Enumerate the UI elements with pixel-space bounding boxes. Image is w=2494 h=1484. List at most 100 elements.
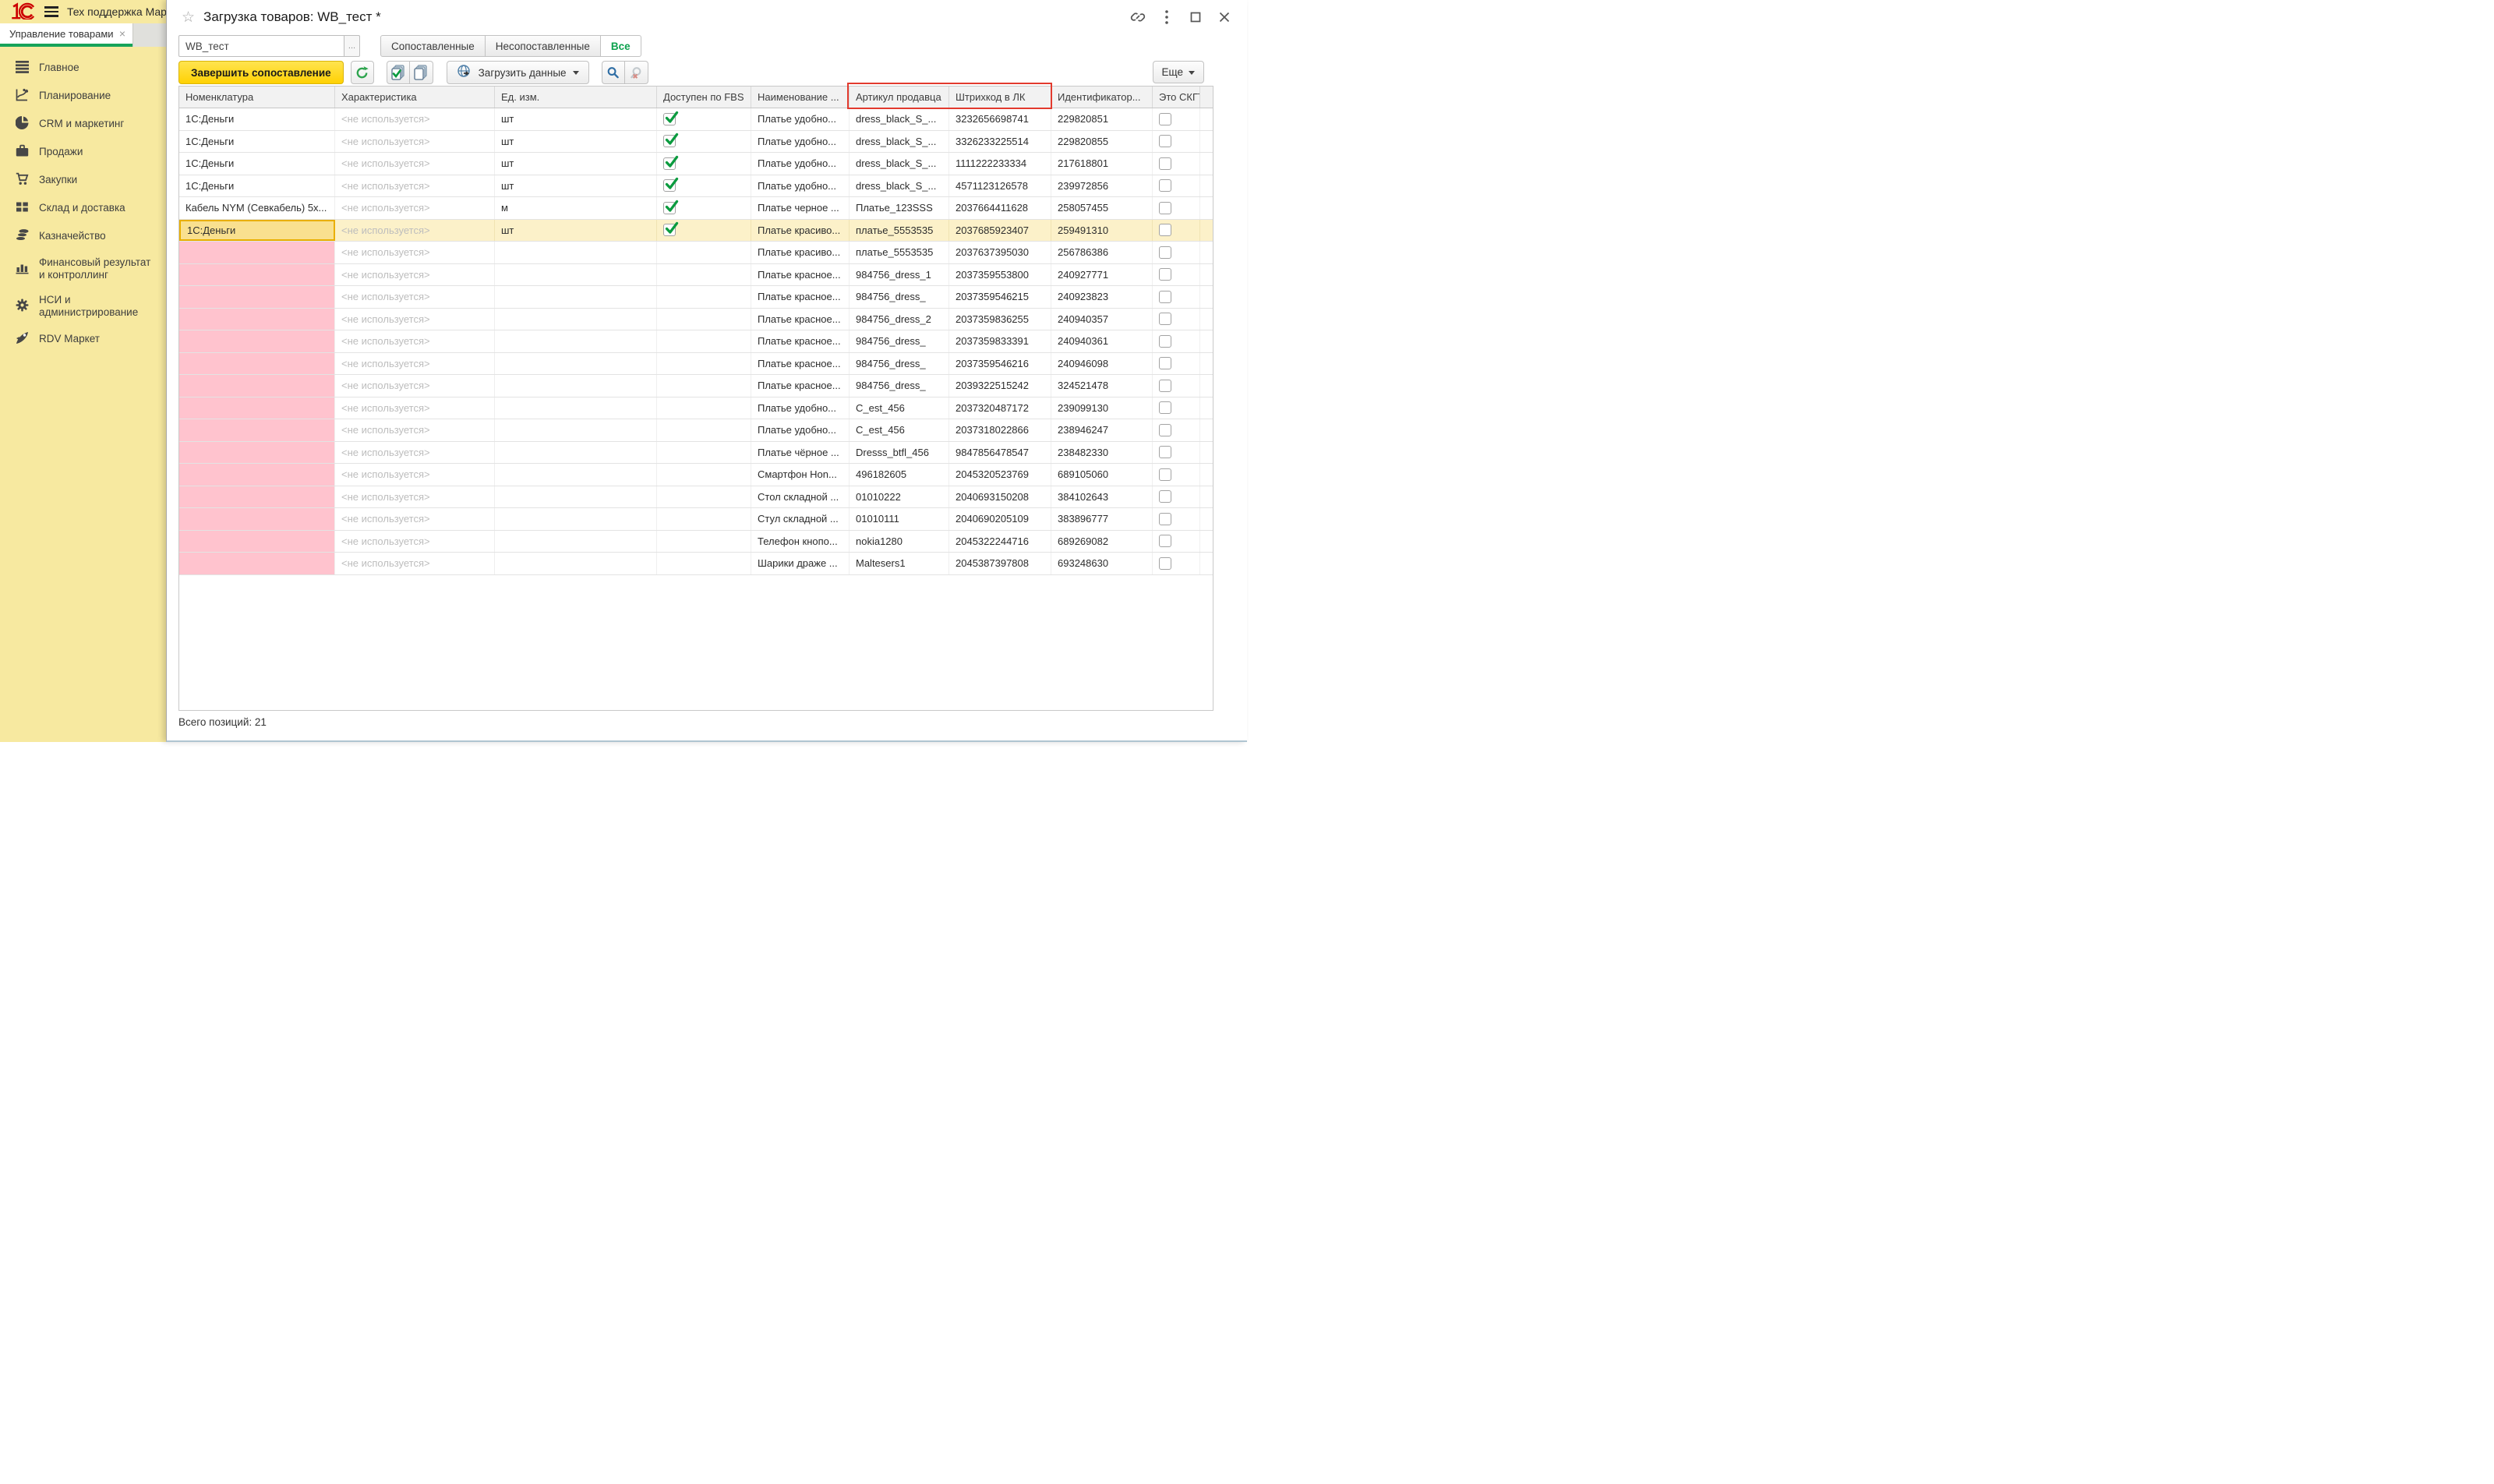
cell-barcode[interactable]: 9847856478547 xyxy=(949,442,1051,464)
cell-unit[interactable] xyxy=(495,242,657,263)
sidebar-item-1[interactable]: Главное xyxy=(0,54,166,82)
cell-char[interactable]: <не используется> xyxy=(335,419,495,441)
cell-char[interactable]: <не используется> xyxy=(335,330,495,352)
table-row[interactable]: <не используется>Платье удобно...C_est_4… xyxy=(179,419,1213,442)
skgt-checkbox[interactable] xyxy=(1159,135,1171,147)
cell-barcode[interactable]: 2037359553800 xyxy=(949,264,1051,286)
cell-nom[interactable] xyxy=(179,264,335,286)
cell-skgt[interactable] xyxy=(1153,197,1200,219)
table-row[interactable]: 1С:Деньги<не используется>штПлатье удобн… xyxy=(179,131,1213,154)
finish-matching-button[interactable]: Завершить сопоставление xyxy=(178,61,344,84)
cell-barcode[interactable]: 3232656698741 xyxy=(949,108,1051,130)
close-icon[interactable] xyxy=(1216,9,1233,26)
skgt-checkbox[interactable] xyxy=(1159,380,1171,392)
load-data-button[interactable]: Загрузить данные xyxy=(447,61,589,84)
cell-article[interactable]: платье_5553535 xyxy=(850,220,949,242)
cell-ident[interactable]: 383896777 xyxy=(1051,508,1153,530)
table-row[interactable]: <не используется>Стол складной ...010102… xyxy=(179,486,1213,509)
cell-nom[interactable]: 1С:Деньги xyxy=(179,153,335,175)
cell-article[interactable]: Платье_123SSS xyxy=(850,197,949,219)
cell-fbs[interactable] xyxy=(657,220,751,242)
cell-char[interactable]: <не используется> xyxy=(335,175,495,197)
cell-nom[interactable] xyxy=(179,531,335,553)
cell-article[interactable]: 984756_dress_ xyxy=(850,375,949,397)
cell-nom[interactable] xyxy=(179,508,335,530)
filter-unmatched[interactable]: Несопоставленные xyxy=(486,35,601,57)
cell-char[interactable]: <не используется> xyxy=(335,131,495,153)
tab-close-icon[interactable]: × xyxy=(118,27,127,40)
cell-skgt[interactable] xyxy=(1153,553,1200,574)
skgt-checkbox[interactable] xyxy=(1159,557,1171,570)
cell-char[interactable]: <не используется> xyxy=(335,442,495,464)
cell-article[interactable]: dress_black_S_... xyxy=(850,108,949,130)
cell-fbs[interactable] xyxy=(657,131,751,153)
cell-unit[interactable] xyxy=(495,508,657,530)
favorite-star-icon[interactable]: ☆ xyxy=(182,9,195,26)
search-button[interactable] xyxy=(602,61,625,84)
cell-fbs[interactable] xyxy=(657,175,751,197)
cell-skgt[interactable] xyxy=(1153,531,1200,553)
cell-barcode[interactable]: 2037664411628 xyxy=(949,197,1051,219)
cell-ident[interactable]: 240940361 xyxy=(1051,330,1153,352)
cell-barcode[interactable]: 2045320523769 xyxy=(949,464,1051,486)
cell-ident[interactable]: 229820855 xyxy=(1051,131,1153,153)
cell-barcode[interactable]: 2037359546215 xyxy=(949,286,1051,308)
cell-article[interactable]: dress_black_S_... xyxy=(850,153,949,175)
table-row[interactable]: <не используется>Платье красиво...платье… xyxy=(179,242,1213,264)
cell-barcode[interactable]: 2037320487172 xyxy=(949,398,1051,419)
cell-article[interactable]: Maltesers1 xyxy=(850,553,949,574)
cell-fbs[interactable] xyxy=(657,442,751,464)
skgt-checkbox[interactable] xyxy=(1159,535,1171,547)
cell-name[interactable]: Платье удобно... xyxy=(751,398,850,419)
sidebar-item-5[interactable]: Закупки xyxy=(0,166,166,194)
cell-unit[interactable] xyxy=(495,309,657,330)
cell-skgt[interactable] xyxy=(1153,508,1200,530)
cell-barcode[interactable]: 2040693150208 xyxy=(949,486,1051,508)
cell-name[interactable]: Платье красное... xyxy=(751,309,850,330)
tab-product-management[interactable]: Управление товарами × xyxy=(0,23,132,47)
cell-nom[interactable] xyxy=(179,464,335,486)
cell-name[interactable]: Платье удобно... xyxy=(751,108,850,130)
cell-skgt[interactable] xyxy=(1153,464,1200,486)
cell-fbs[interactable] xyxy=(657,153,751,175)
cell-name[interactable]: Платье красное... xyxy=(751,264,850,286)
column-header-name[interactable]: Наименование ... xyxy=(751,87,850,108)
table-row[interactable]: <не используется>Платье чёрное ...Dresss… xyxy=(179,442,1213,465)
skgt-checkbox[interactable] xyxy=(1159,446,1171,458)
cell-char[interactable]: <не используется> xyxy=(335,264,495,286)
column-header-skgt[interactable]: Это СКГТ xyxy=(1153,87,1200,108)
skgt-checkbox[interactable] xyxy=(1159,224,1171,236)
cell-unit[interactable] xyxy=(495,442,657,464)
cell-fbs[interactable] xyxy=(657,264,751,286)
cell-fbs[interactable] xyxy=(657,486,751,508)
cell-article[interactable]: 01010111 xyxy=(850,508,949,530)
cancel-search-button[interactable] xyxy=(625,61,648,84)
cell-unit[interactable] xyxy=(495,264,657,286)
cell-article[interactable]: 496182605 xyxy=(850,464,949,486)
cell-barcode[interactable]: 4571123126578 xyxy=(949,175,1051,197)
cell-ident[interactable]: 689269082 xyxy=(1051,531,1153,553)
cell-barcode[interactable]: 2045322244716 xyxy=(949,531,1051,553)
cell-fbs[interactable] xyxy=(657,553,751,574)
cell-name[interactable]: Стол складной ... xyxy=(751,486,850,508)
column-header-char[interactable]: Характеристика xyxy=(335,87,495,108)
skgt-checkbox[interactable] xyxy=(1159,202,1171,214)
cell-article[interactable]: 984756_dress_ xyxy=(850,353,949,375)
skgt-checkbox[interactable] xyxy=(1159,246,1171,259)
cell-fbs[interactable] xyxy=(657,398,751,419)
cell-nom[interactable] xyxy=(179,330,335,352)
cell-barcode[interactable]: 3326233225514 xyxy=(949,131,1051,153)
cell-unit[interactable]: шт xyxy=(495,131,657,153)
refresh-button[interactable] xyxy=(351,61,374,84)
cell-nom[interactable] xyxy=(179,309,335,330)
column-header-nom[interactable]: Номенклатура xyxy=(179,87,335,108)
skgt-checkbox[interactable] xyxy=(1159,313,1171,325)
cell-barcode[interactable]: 2040690205109 xyxy=(949,508,1051,530)
table-row[interactable]: Кабель NYM (Севкабель) 5х...<не использу… xyxy=(179,197,1213,220)
cell-fbs[interactable] xyxy=(657,531,751,553)
column-header-fbs[interactable]: Доступен по FBS xyxy=(657,87,751,108)
cell-skgt[interactable] xyxy=(1153,309,1200,330)
table-row[interactable]: 1С:Деньги<не используется>штПлатье краси… xyxy=(179,220,1213,242)
cell-char[interactable]: <не используется> xyxy=(335,375,495,397)
cell-name[interactable]: Платье удобно... xyxy=(751,175,850,197)
